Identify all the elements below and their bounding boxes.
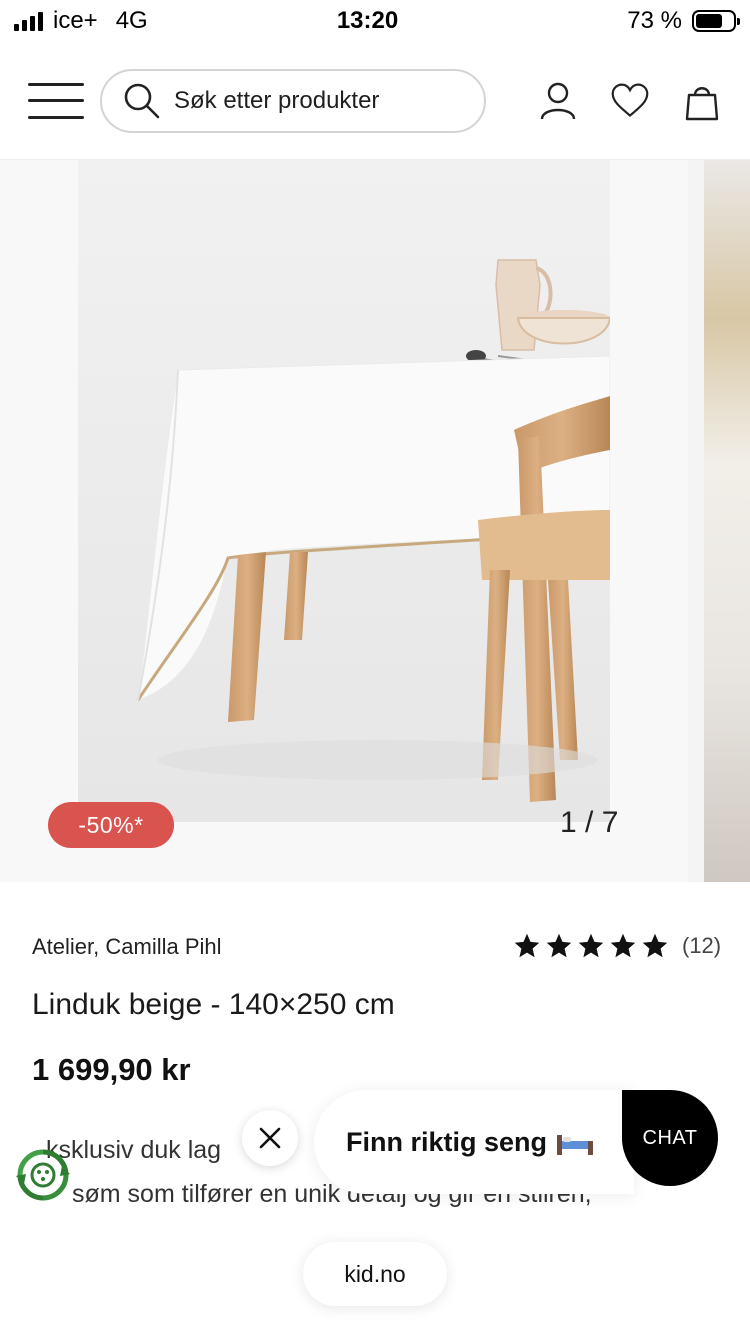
status-bar: ice+ 4G 13:20 73 % — [0, 0, 750, 42]
discount-badge: -50%* — [48, 802, 174, 848]
carrier-label: ice+ — [53, 7, 98, 34]
heart-icon[interactable] — [610, 81, 650, 121]
signal-icon — [14, 11, 43, 31]
close-icon — [259, 1127, 281, 1149]
battery-icon — [692, 10, 740, 32]
bag-icon[interactable] — [682, 81, 722, 121]
search-bar[interactable] — [100, 68, 486, 133]
bed-icon — [557, 1135, 594, 1155]
product-price: 1 699,90 kr — [32, 1052, 191, 1087]
product-title: Linduk beige - 140×250 cm — [32, 988, 395, 1021]
close-button[interactable] — [242, 1110, 298, 1166]
product-image[interactable] — [78, 160, 610, 822]
image-counter: 1 / 7 — [560, 806, 619, 839]
rating-count: (12) — [682, 933, 722, 958]
next-slide-preview[interactable] — [704, 160, 750, 882]
chat-button[interactable]: CHAT — [622, 1090, 718, 1186]
site-header — [0, 42, 750, 160]
promo-bubble[interactable]: Finn riktig seng — [314, 1090, 634, 1194]
product-rating[interactable]: (12) — [512, 932, 721, 960]
network-label: 4G — [115, 7, 148, 34]
user-icon[interactable] — [538, 81, 578, 121]
status-right: 73 % — [627, 7, 740, 35]
recycle-icon[interactable] — [14, 1146, 72, 1204]
star-icon — [514, 933, 540, 958]
search-input[interactable] — [174, 86, 454, 115]
url-bar[interactable]: kid.no — [303, 1242, 447, 1306]
star-rating — [512, 932, 670, 960]
status-left: ice+ 4G — [14, 7, 148, 35]
gallery-slide[interactable]: -50%* 1 / 7 — [0, 160, 688, 882]
star-icon — [578, 933, 604, 958]
battery-fill — [696, 14, 723, 28]
header-icons — [538, 81, 722, 121]
clock: 13:20 — [336, 7, 399, 34]
battery-percent: 73 % — [627, 7, 682, 34]
product-brand[interactable]: Atelier, Camilla Pihl — [32, 934, 222, 960]
star-icon — [642, 933, 668, 958]
star-icon — [610, 933, 636, 958]
promo-text: Finn riktig seng — [346, 1126, 548, 1157]
search-icon — [124, 83, 160, 118]
product-gallery[interactable]: -50%* 1 / 7 — [0, 160, 750, 882]
star-icon — [546, 933, 572, 958]
menu-icon[interactable] — [28, 82, 84, 119]
